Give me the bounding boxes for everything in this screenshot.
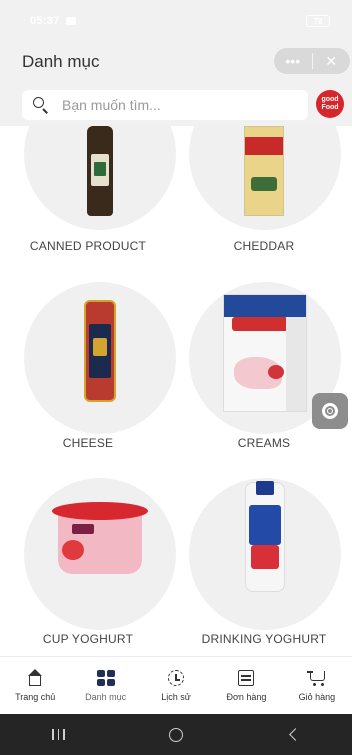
status-bar: 05:37 78 — [0, 0, 352, 42]
drinking-yoghurt-image — [245, 481, 285, 592]
history-icon — [166, 669, 186, 687]
category-item-cup-yoghurt[interactable]: CUP YOGHURT — [0, 478, 176, 648]
category-label: CHEDDAR — [233, 239, 295, 253]
category-grid: CANNED PRODUCT CHEDDAR CHEESE CREAMS CUP… — [0, 126, 352, 656]
system-back-button[interactable] — [273, 723, 313, 747]
nav-item-orders[interactable]: Đơn hàng — [211, 657, 281, 714]
category-image — [24, 126, 176, 230]
category-item-canned-product[interactable]: CANNED PRODUCT — [0, 126, 176, 266]
category-image — [189, 126, 341, 230]
category-image — [24, 282, 176, 434]
category-item-cheddar[interactable]: CHEDDAR — [176, 126, 352, 266]
more-icon: ••• — [285, 53, 301, 69]
nav-item-history[interactable]: Lịch sử — [141, 657, 211, 714]
cup-yoghurt-image — [52, 502, 148, 576]
canned-product-image — [87, 126, 113, 216]
category-label: CUP YOGHURT — [42, 632, 134, 646]
back-icon — [288, 728, 302, 741]
status-time: 05:37 — [30, 15, 60, 27]
search-icon — [32, 96, 50, 114]
bottom-nav: Trang chủ Danh mục Lịch sử Đơn hàng Giỏ … — [0, 656, 352, 714]
battery-icon: 78 — [306, 15, 330, 27]
category-item-cheese[interactable]: CHEESE — [0, 282, 176, 452]
system-home-button[interactable] — [156, 723, 196, 747]
cheddar-image — [244, 126, 284, 216]
nav-item-home[interactable]: Trang chủ — [0, 657, 70, 714]
system-nav-bar — [0, 714, 352, 755]
close-icon: ✕ — [325, 52, 338, 69]
search-input[interactable] — [62, 97, 292, 113]
nav-label: Lịch sử — [161, 692, 191, 702]
home-circle-icon — [168, 727, 183, 742]
creams-image — [223, 294, 307, 412]
nav-label: Giỏ hàng — [298, 692, 336, 702]
mini-program-capsule: ••• ✕ — [274, 48, 350, 74]
nav-label: Trang chủ — [15, 692, 56, 702]
category-grid-icon — [96, 669, 116, 687]
good-food-logo[interactable]: good Food — [316, 90, 344, 118]
more-button[interactable]: ••• — [274, 48, 312, 74]
category-label: DRINKING YOGHURT — [201, 632, 327, 646]
orders-icon — [236, 669, 256, 687]
gear-icon — [319, 400, 341, 422]
close-button[interactable]: ✕ — [313, 48, 351, 74]
cart-icon — [306, 669, 327, 687]
search-bar[interactable] — [22, 90, 308, 120]
page-header: Danh mục ••• ✕ good Food — [0, 42, 352, 126]
category-item-drinking-yoghurt[interactable]: DRINKING YOGHURT — [176, 478, 352, 648]
nav-label: Đơn hàng — [226, 692, 267, 702]
nav-item-cart[interactable]: Giỏ hàng — [282, 657, 352, 714]
nav-label: Danh mục — [85, 692, 127, 702]
nav-item-category[interactable]: Danh mục — [70, 657, 140, 714]
floating-settings-button[interactable] — [312, 393, 348, 429]
cheese-image — [84, 300, 116, 402]
category-image — [189, 478, 341, 630]
notification-icon — [65, 17, 76, 25]
category-label: CANNED PRODUCT — [29, 239, 147, 253]
category-label: CREAMS — [237, 436, 291, 450]
category-label: CHEESE — [62, 436, 114, 450]
home-icon — [25, 669, 45, 687]
category-image — [24, 478, 176, 630]
page-title: Danh mục — [22, 52, 100, 71]
recent-apps-icon[interactable] — [39, 723, 79, 747]
